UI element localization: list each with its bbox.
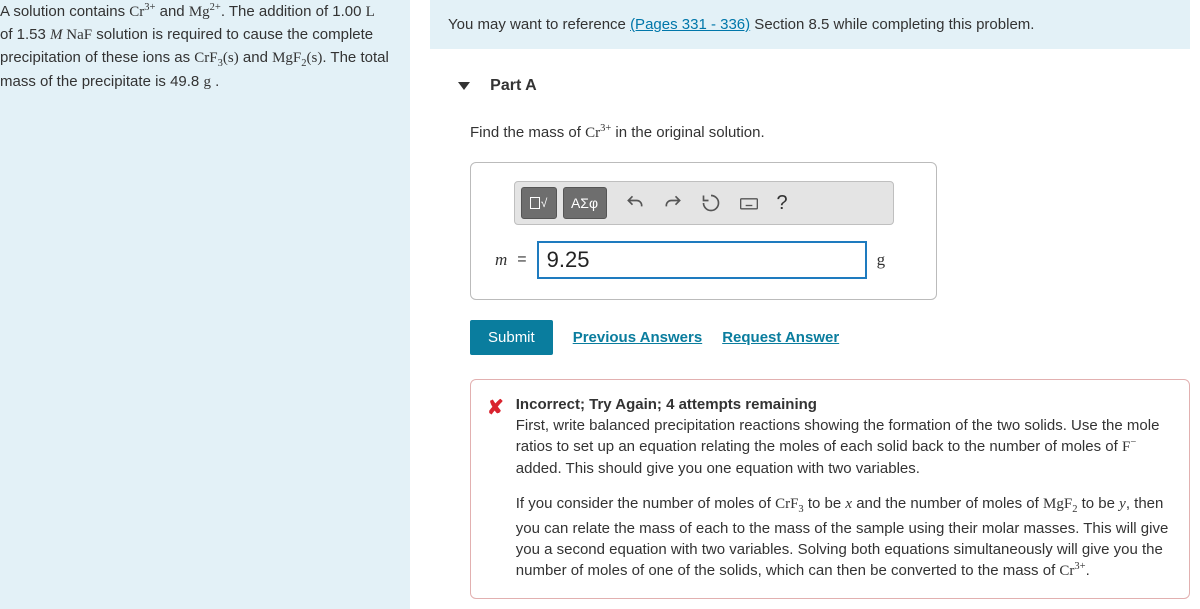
submit-button[interactable]: Submit [470,320,553,355]
keyboard-button[interactable] [739,193,759,213]
reset-button[interactable] [701,193,721,213]
answer-input[interactable] [537,241,867,279]
undo-icon [625,193,645,213]
problem-statement: A solution contains Cr3+ and Mg2+. The a… [0,0,410,609]
reference-link[interactable]: (Pages 331 - 336) [630,16,750,33]
undo-button[interactable] [625,193,645,213]
previous-answers-link[interactable]: Previous Answers [573,329,703,346]
problem-text: A solution contains [0,3,129,20]
keyboard-icon [739,193,759,213]
reset-icon [701,193,721,213]
part-title: Part A [490,77,537,94]
answer-box: √ ΑΣφ ? m = [470,162,937,300]
equals-label: = [517,251,526,269]
feedback-heading: Incorrect; Try Again; 4 attempts remaini… [516,396,817,413]
help-button[interactable]: ? [777,192,788,215]
redo-icon [663,193,683,213]
equation-toolbar: √ ΑΣφ ? [514,181,894,225]
redo-button[interactable] [663,193,683,213]
incorrect-icon: ✘ [487,394,504,582]
request-answer-link[interactable]: Request Answer [722,329,839,346]
feedback-box: ✘ Incorrect; Try Again; 4 attempts remai… [470,379,1190,599]
part-prompt: Find the mass of Cr3+ in the original so… [470,123,1190,142]
chevron-down-icon [458,82,470,90]
unit-label: g [877,250,886,270]
greek-button[interactable]: ΑΣφ [563,187,607,219]
variable-label: m [495,250,507,270]
reference-bar: You may want to reference (Pages 331 - 3… [430,0,1190,49]
part-header[interactable]: Part A [430,77,1190,95]
templates-button[interactable]: √ [521,187,557,219]
